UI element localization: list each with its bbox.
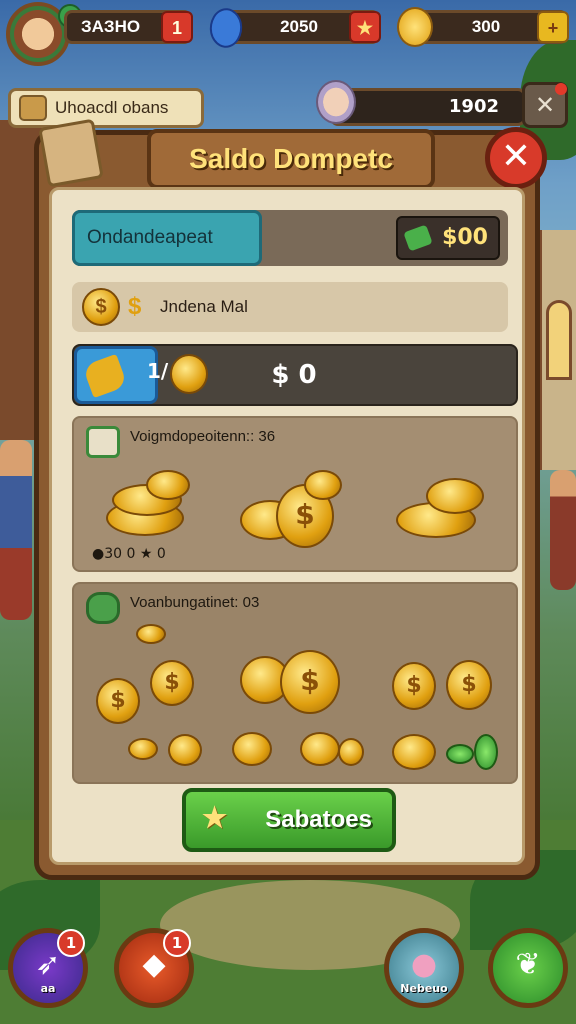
panel-title: Saldo Dompetc	[147, 129, 435, 189]
resource-1-value: ЗАЗНО	[81, 17, 141, 36]
dollar-icon: $	[128, 293, 142, 320]
nav-label: aa	[40, 982, 56, 995]
section-2-title: Voanbungatinet: 03	[130, 594, 260, 611]
coin-icon[interactable]	[136, 624, 166, 644]
companion-avatar-icon	[316, 80, 356, 124]
cash-icon	[403, 224, 433, 252]
gem-value: 2050	[280, 17, 318, 36]
coin-icon[interactable]	[232, 732, 272, 766]
gem-icon	[201, 3, 251, 53]
amount-tab[interactable]: 1/	[74, 346, 168, 404]
coin-pack-section-1: Voigmdopeoitenn:: 36 $ ●30 0 ★ 0	[72, 416, 518, 572]
resource-counter-1: ЗАЗНО 1	[64, 10, 193, 44]
player-avatar[interactable]: +	[6, 2, 82, 66]
quest-tag[interactable]: Uhoacdl obans	[8, 88, 204, 128]
scroll-icon	[38, 118, 104, 188]
nav-leaf-button[interactable]: ❦	[488, 928, 568, 1008]
coin-stack[interactable]: $	[240, 636, 344, 716]
nav-pet-button[interactable]: ● Nebeuo	[384, 928, 464, 1008]
coin-icon	[397, 7, 433, 47]
wing-icon	[82, 353, 128, 399]
nav-badge: 1	[163, 929, 191, 957]
panel-content: Ondandeapeat $00 $ $ Jndena Mal 1/ $ 0 V…	[49, 187, 525, 865]
wallet-panel: Saldo Dompetc ✕ Ondandeapeat $00 $ $ Jnd…	[34, 118, 547, 880]
coin-stack[interactable]	[396, 478, 486, 542]
star-icon: ★	[202, 802, 228, 833]
gem-star-button[interactable]: ★	[349, 11, 381, 43]
balance-row: Ondandeapeat $00	[72, 210, 508, 266]
save-label: Sabatoes	[265, 806, 372, 833]
tools-icon: ✕	[534, 91, 556, 119]
coin-icon[interactable]	[300, 732, 340, 766]
coin-icon[interactable]	[392, 734, 436, 770]
leaf-icon: ❦	[515, 947, 541, 982]
nav-rocket-button[interactable]: ➶ 1 aa	[8, 928, 88, 1008]
coin-stack[interactable]	[106, 470, 190, 540]
add-coins-button[interactable]: +	[537, 11, 569, 43]
nav-badge: 1	[57, 929, 85, 957]
score-value: 1902	[448, 96, 499, 117]
gem-counter: 2050 ★	[201, 3, 381, 53]
coin-icon: $	[82, 288, 120, 326]
dice-icon	[86, 426, 120, 458]
villager-character-left	[0, 440, 32, 620]
amount-fraction: 1/	[147, 359, 169, 383]
coin-icon[interactable]	[168, 734, 202, 766]
balance-label: Ondandeapeat	[72, 210, 262, 266]
coin-icon[interactable]: $	[392, 662, 436, 710]
balance-value: $00	[442, 225, 488, 250]
cash-chip-icon[interactable]	[474, 734, 498, 770]
mal-label: Jndena Mal	[160, 297, 248, 316]
nav-label: Nebeuo	[400, 982, 448, 995]
pet-icon: ●	[410, 947, 438, 982]
coin-icon	[170, 354, 208, 394]
coin-stack[interactable]: $	[240, 470, 344, 550]
balance-value-box: $00	[396, 216, 500, 260]
coin-icon[interactable]: $	[96, 678, 140, 724]
quest-label: Uhoacdl obans	[55, 98, 169, 117]
clover-icon	[86, 592, 120, 624]
coin-icon[interactable]: $	[150, 660, 194, 706]
villager-character-right	[550, 470, 576, 590]
coin-counter: 300 +	[397, 7, 569, 47]
amount-value: $ 0	[271, 360, 317, 390]
coin-icon[interactable]	[338, 738, 364, 766]
score-bar: 1902	[330, 88, 526, 126]
section-1-footer: ●30 0 ★ 0	[92, 546, 166, 562]
treasure-icon	[19, 95, 47, 121]
tools-button[interactable]: ✕	[522, 82, 568, 128]
nav-gem-shop-button[interactable]: ◆ 1	[114, 928, 194, 1008]
close-button[interactable]: ✕	[485, 127, 547, 189]
top-resource-bar: + ЗАЗНО 1 2050 ★ 300 +	[0, 0, 576, 66]
background-window	[546, 300, 572, 380]
notification-dot	[555, 83, 567, 95]
save-button[interactable]: ★ Sabatoes	[182, 788, 396, 852]
coin-pack-section-2: Voanbungatinet: 03 $ $ $ $ $	[72, 582, 518, 784]
coin-value: 300	[471, 17, 501, 36]
mal-row[interactable]: $ $ Jndena Mal	[72, 282, 508, 332]
cash-chip-icon[interactable]	[446, 744, 474, 764]
coin-icon[interactable]	[128, 738, 158, 760]
amount-row[interactable]: 1/ $ 0	[72, 344, 518, 406]
coin-icon[interactable]: $	[446, 660, 492, 710]
section-1-title: Voigmdopeoitenn:: 36	[130, 428, 276, 445]
resource-1-notification-button[interactable]: 1	[161, 11, 193, 43]
